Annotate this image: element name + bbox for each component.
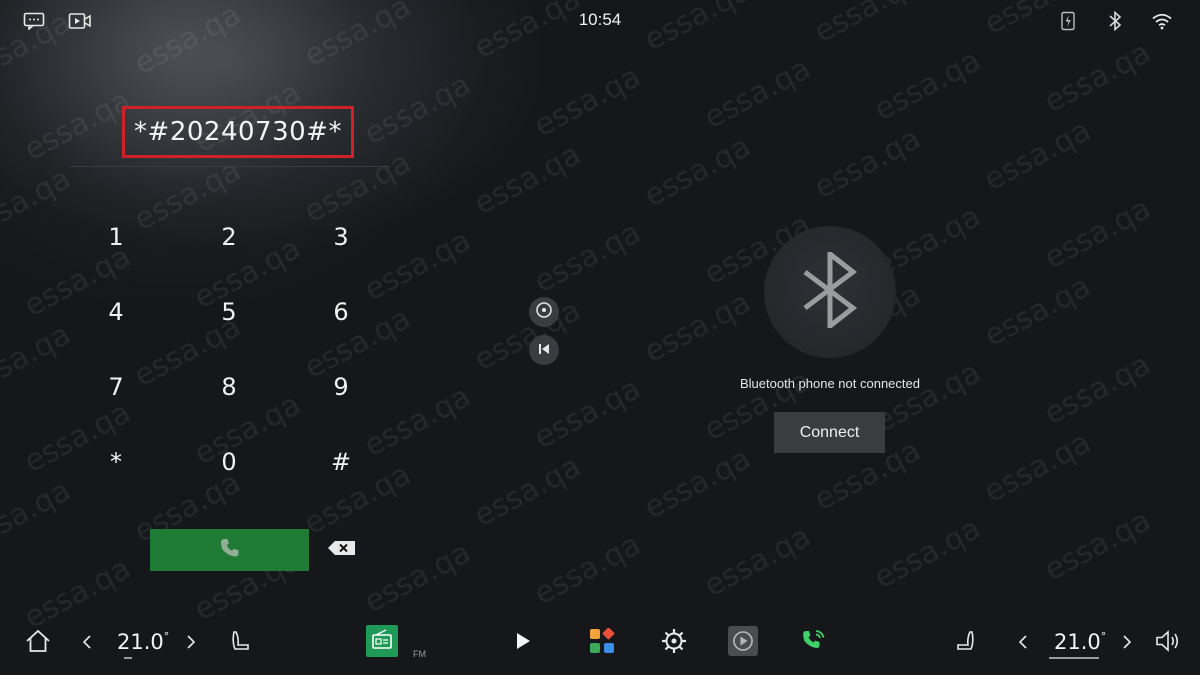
key-4[interactable]: 4 [60,277,172,347]
gear-icon [661,628,687,658]
radio-app-button[interactable] [366,625,398,661]
seat-icon [956,630,976,656]
watermark-text: essa.qa [1038,503,1157,588]
left-degree-symbol: ° [163,630,170,643]
fm-label: FM [413,649,426,659]
message-icon[interactable] [22,10,46,32]
left-temp-decrease-button[interactable] [78,626,96,660]
volume-button[interactable] [1154,626,1182,660]
backspace-icon [327,540,357,560]
watermark-text: essa.qa [978,269,1097,354]
watermark-text: essa.qa [698,519,817,604]
watermark-text: essa.qa [468,449,587,534]
key-hash[interactable]: # [285,427,397,497]
key-8[interactable]: 8 [173,352,285,422]
key-3[interactable]: 3 [285,202,397,272]
watermark-text: essa.qa [868,43,987,128]
media-player-button[interactable] [727,626,758,660]
play-icon [515,632,531,654]
connect-button[interactable]: Connect [774,412,885,453]
key-6[interactable]: 6 [285,277,397,347]
right-degree-symbol: ° [1100,630,1107,643]
watermark-text: essa.qa [528,527,647,612]
speaker-icon [1155,630,1181,656]
key-0[interactable]: 0 [173,427,285,497]
media-player-icon [727,626,758,660]
home-icon [25,629,51,657]
watermark-text: essa.qa [808,121,927,206]
phone-icon [218,536,242,564]
dial-keypad: 1 2 3 4 5 6 7 8 9 * 0 # [60,200,400,500]
chevron-right-icon [1122,634,1132,653]
watermark-text: essa.qa [528,59,647,144]
left-temp-increase-button[interactable] [182,626,200,660]
media-source-button[interactable] [529,297,559,327]
previous-track-button[interactable] [529,335,559,365]
watermark-text: essa.qa [638,129,757,214]
home-button[interactable] [24,626,52,660]
watermark-text: essa.qa [978,425,1097,510]
bluetooth-status-message: Bluetooth phone not connected [740,376,920,391]
status-bar: 10:54 [0,0,1200,44]
backspace-button[interactable] [326,538,358,562]
watermark-text: essa.qa [468,293,587,378]
seat-icon [230,630,250,656]
bluetooth-icon [1103,10,1127,32]
settings-button[interactable] [660,626,688,660]
right-temperature-value: 21.0 [1054,630,1101,654]
watermark-text: essa.qa [1038,35,1157,120]
left-seat-button[interactable] [228,626,252,660]
key-1[interactable]: 1 [60,202,172,272]
watermark-text: essa.qa [868,511,987,596]
bottom-bar: 21.0° FM 21.0° [0,612,1200,675]
right-seat-button[interactable] [954,626,978,660]
left-temperature-value: 21.0 [117,630,164,654]
right-temp-increase-button[interactable] [1118,626,1136,660]
wifi-icon [1150,10,1174,32]
dial-divider [70,166,390,167]
watermark-text: essa.qa [528,215,647,300]
key-star[interactable]: * [60,427,172,497]
watermark-text: essa.qa [468,137,587,222]
watermark-text: essa.qa [698,51,817,136]
bluetooth-large-icon [797,248,863,332]
radio-icon [366,625,398,661]
watermark-text: essa.qa [1038,347,1157,432]
car-screen: essa.qa essa.qa essa.qa essa.qa essa.qa essa.… [0,0,1200,675]
watermark-text: essa.qa [638,285,757,370]
right-temp-decrease-button[interactable] [1014,626,1032,660]
call-button[interactable] [150,529,309,571]
watermark-text: essa.qa [978,113,1097,198]
phone-charge-icon [1056,10,1080,32]
video-icon[interactable] [68,10,92,32]
phone-ringing-icon [801,628,827,658]
watermark-text: essa.qa [358,535,477,620]
key-5[interactable]: 5 [173,277,285,347]
apps-grid-icon [589,627,615,658]
watermark-text: essa.qa [528,371,647,456]
watermark-text: essa.qa [638,441,757,526]
right-temp-indicator [1049,657,1099,659]
skip-previous-icon [537,341,551,360]
chevron-right-icon [186,634,196,653]
left-temperature: 21.0° [117,630,169,654]
chevron-left-icon [1018,634,1028,653]
disc-icon [535,301,553,323]
play-button[interactable] [512,626,534,660]
right-temperature: 21.0° [1054,630,1106,654]
apps-button[interactable] [588,626,616,660]
bluetooth-status-circle [764,226,896,358]
phone-app-button[interactable] [800,626,828,660]
clock: 10:54 [578,10,622,29]
key-2[interactable]: 2 [173,202,285,272]
chevron-left-icon [82,634,92,653]
watermark-text: essa.qa [868,355,987,440]
dialed-number-display: *#20240730#* [122,106,354,158]
key-7[interactable]: 7 [60,352,172,422]
left-temp-indicator [124,657,132,659]
watermark-text: essa.qa [1038,191,1157,276]
key-9[interactable]: 9 [285,352,397,422]
